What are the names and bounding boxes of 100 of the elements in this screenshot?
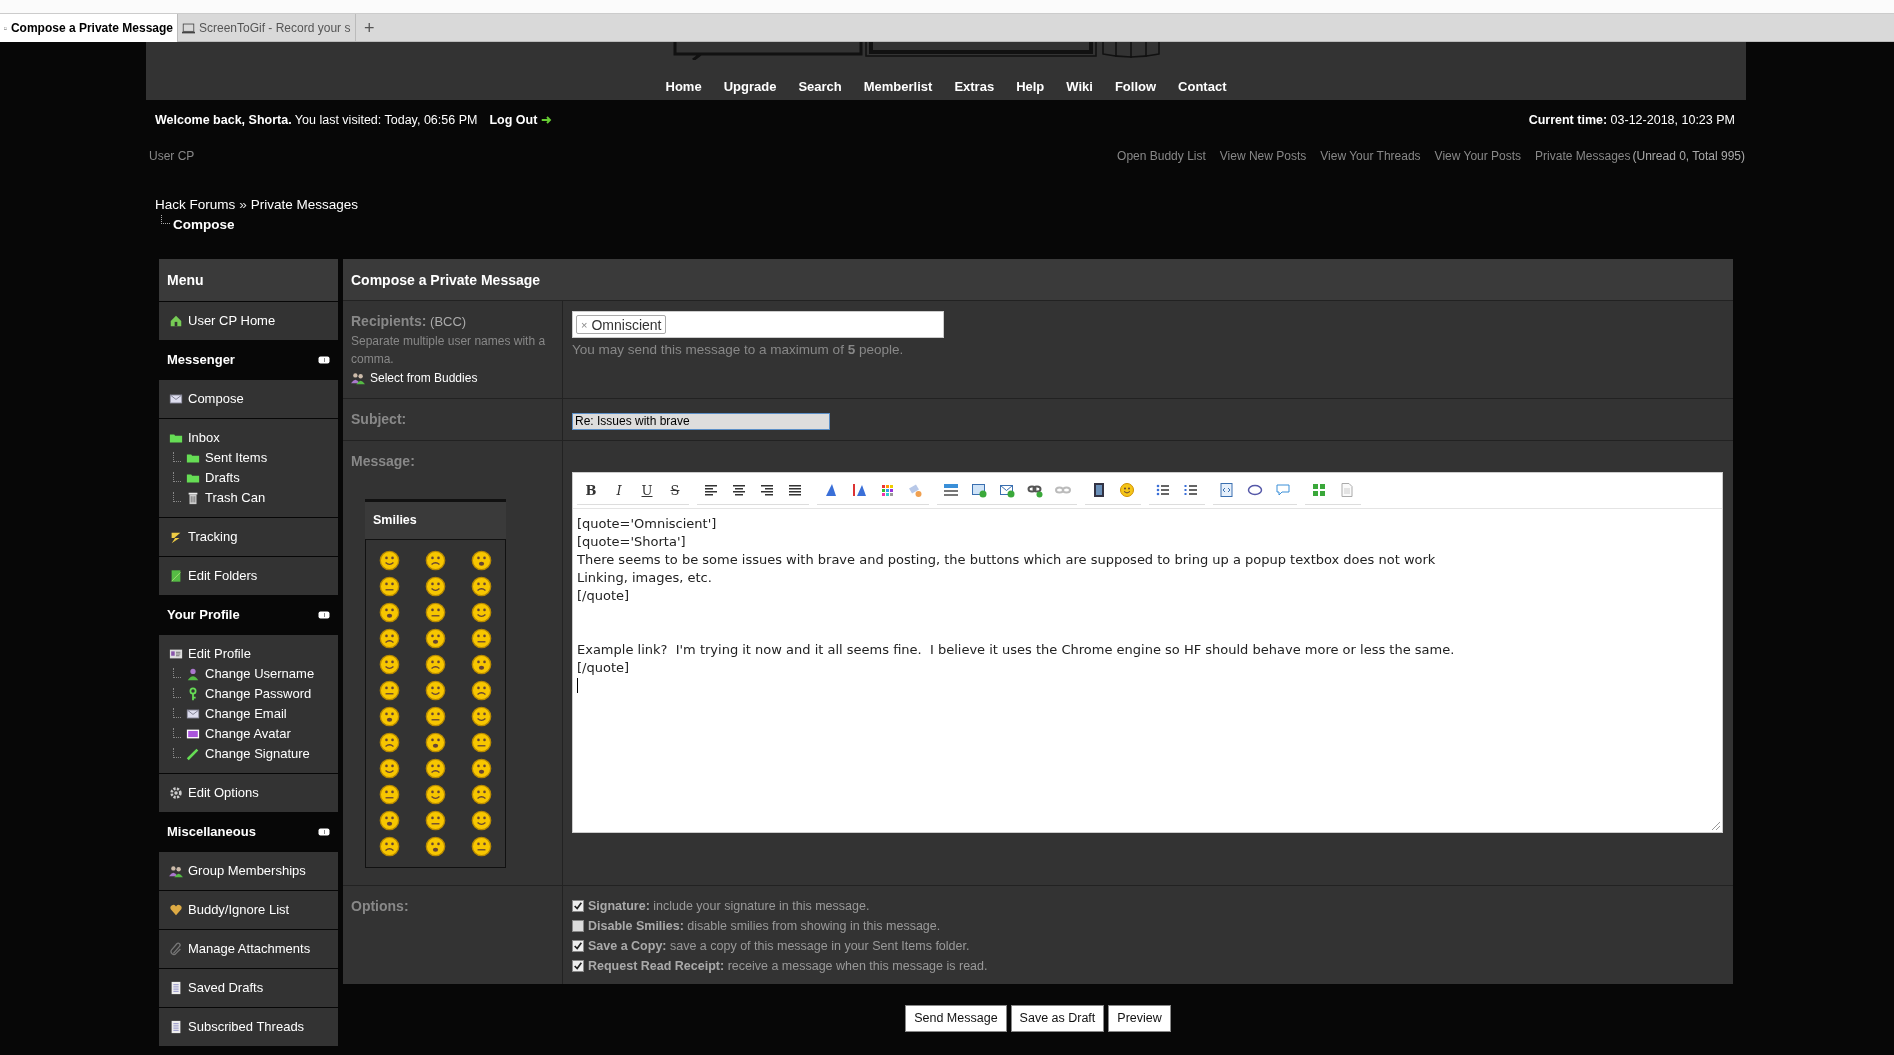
nav-link[interactable]: Upgrade — [723, 76, 777, 96]
smiley-icon[interactable] — [471, 810, 493, 832]
smiley-icon[interactable] — [425, 836, 446, 858]
action-button[interactable]: Preview — [1108, 1005, 1171, 1033]
strike-button[interactable]: S — [661, 478, 689, 503]
browser-tab[interactable]: Compose a Private Message — [0, 14, 178, 42]
nav-link[interactable]: Help — [1016, 76, 1045, 96]
new-tab-button[interactable]: + — [356, 14, 383, 41]
smiley-icon[interactable] — [378, 810, 400, 832]
option-checkbox[interactable] — [572, 940, 584, 953]
menu-link[interactable]: Inbox — [169, 428, 220, 449]
menu-link[interactable]: Sent Items — [186, 448, 268, 469]
smiley-icon[interactable] — [378, 550, 400, 572]
smiley-icon[interactable] — [471, 836, 493, 858]
remove-tag-button[interactable]: × — [581, 315, 588, 334]
smiley-icon[interactable] — [425, 758, 446, 780]
smiley-icon[interactable] — [471, 706, 493, 728]
smiley-icon[interactable] — [425, 576, 446, 598]
smiley-icon[interactable] — [378, 576, 400, 598]
smiley-icon[interactable] — [471, 680, 493, 702]
nav-link[interactable]: Wiki — [1066, 76, 1093, 96]
panel-title: Compose a Private Message — [343, 259, 1733, 302]
menu-link[interactable]: Change Username — [186, 664, 315, 685]
smiley-icon[interactable] — [425, 784, 446, 806]
smiley-icon[interactable] — [378, 758, 400, 780]
select-buddies-link[interactable]: Select from Buddies — [351, 368, 478, 389]
nav-link[interactable]: Extras — [954, 76, 995, 96]
option-checkbox[interactable] — [572, 920, 584, 933]
underline-button[interactable]: U — [633, 478, 661, 503]
people-icon — [169, 864, 183, 879]
smiley-icon[interactable] — [378, 628, 400, 650]
menu-link[interactable]: Saved Drafts — [169, 978, 264, 999]
nav-link[interactable]: Contact — [1178, 76, 1227, 96]
smiley-icon[interactable] — [378, 706, 400, 728]
menu-link[interactable]: Trash Can — [186, 488, 266, 509]
quick-link[interactable]: View New Posts — [1219, 146, 1307, 165]
quick-link[interactable]: View Your Threads — [1320, 146, 1421, 165]
smiley-icon[interactable] — [471, 732, 493, 754]
smiley-icon[interactable] — [471, 576, 493, 598]
toggle-icon[interactable] — [318, 610, 330, 619]
smiley-icon[interactable] — [425, 706, 446, 728]
action-button[interactable]: Send Message — [905, 1005, 1007, 1033]
breadcrumb-link[interactable]: Private Messages — [250, 194, 359, 215]
breadcrumb-link[interactable]: Hack Forums — [155, 194, 236, 215]
smiley-icon[interactable] — [471, 628, 493, 650]
menu-link[interactable]: Group Memberships — [169, 861, 306, 882]
smiley-icon[interactable] — [471, 602, 493, 624]
bold-button[interactable]: B — [577, 478, 605, 503]
menu-link[interactable]: Change Signature — [186, 744, 310, 765]
quick-link[interactable]: Open Buddy List — [1117, 146, 1206, 165]
smiley-icon[interactable] — [425, 810, 446, 832]
smiley-icon[interactable] — [471, 758, 493, 780]
menu-link[interactable]: Buddy/Ignore List — [169, 900, 290, 921]
menu-link[interactable]: Edit Folders — [169, 566, 258, 587]
option-checkbox[interactable] — [572, 900, 584, 913]
menu-link[interactable]: Manage Attachments — [169, 939, 311, 960]
menu-link[interactable]: User CP Home — [169, 311, 276, 332]
resize-grip-icon[interactable] — [1712, 822, 1720, 831]
smiley-icon[interactable] — [471, 550, 493, 572]
menu-link[interactable]: Tracking — [169, 527, 238, 548]
menu-link[interactable]: Change Email — [186, 704, 287, 725]
menu-link[interactable]: Edit Options — [169, 783, 259, 804]
smiley-icon[interactable] — [378, 732, 400, 754]
logout-link[interactable]: Log Out — [489, 111, 554, 130]
smiley-icon[interactable] — [425, 550, 446, 572]
smiley-icon[interactable] — [471, 654, 493, 676]
menu-link[interactable]: Change Password — [186, 684, 312, 705]
toggle-icon[interactable] — [318, 827, 330, 836]
smiley-icon[interactable] — [425, 654, 446, 676]
align-right-icon — [759, 482, 775, 499]
menu-link[interactable]: Subscribed Threads — [169, 1017, 305, 1038]
smiley-icon[interactable] — [378, 680, 400, 702]
smiley-icon[interactable] — [425, 628, 446, 650]
menu-link[interactable]: Edit Profile — [169, 644, 251, 665]
smiley-icon[interactable] — [378, 784, 400, 806]
quick-link[interactable]: Private Messages — [1535, 146, 1631, 165]
smiley-icon[interactable] — [425, 680, 446, 702]
nav-link[interactable]: Memberlist — [863, 76, 933, 96]
horizontal-rule-icon — [943, 482, 959, 499]
menu-link[interactable]: Drafts — [186, 468, 240, 489]
action-button[interactable]: Save as Draft — [1010, 1005, 1105, 1033]
menu-link[interactable]: Compose — [169, 389, 244, 410]
toggle-icon[interactable] — [318, 355, 330, 364]
smiley-icon[interactable] — [378, 602, 400, 624]
smiley-icon[interactable] — [378, 654, 400, 676]
smiley-icon[interactable] — [425, 602, 446, 624]
recipients-field[interactable]: × Omniscient — [572, 311, 944, 339]
quick-link[interactable]: View Your Posts — [1434, 146, 1522, 165]
italic-button[interactable]: I — [605, 478, 633, 503]
smiley-icon[interactable] — [425, 732, 446, 754]
menu-link[interactable]: Change Avatar — [186, 724, 291, 745]
subject-field[interactable]: Re: Issues with brave — [572, 412, 830, 430]
nav-link[interactable]: Search — [798, 76, 842, 96]
smiley-icon[interactable] — [378, 836, 400, 858]
user-cp-link[interactable]: User CP — [149, 146, 195, 165]
smiley-icon — [1119, 482, 1135, 499]
smiley-icon[interactable] — [471, 784, 493, 806]
nav-link[interactable]: Follow — [1114, 76, 1157, 96]
nav-link[interactable]: Home — [665, 76, 702, 96]
option-checkbox[interactable] — [572, 960, 584, 973]
